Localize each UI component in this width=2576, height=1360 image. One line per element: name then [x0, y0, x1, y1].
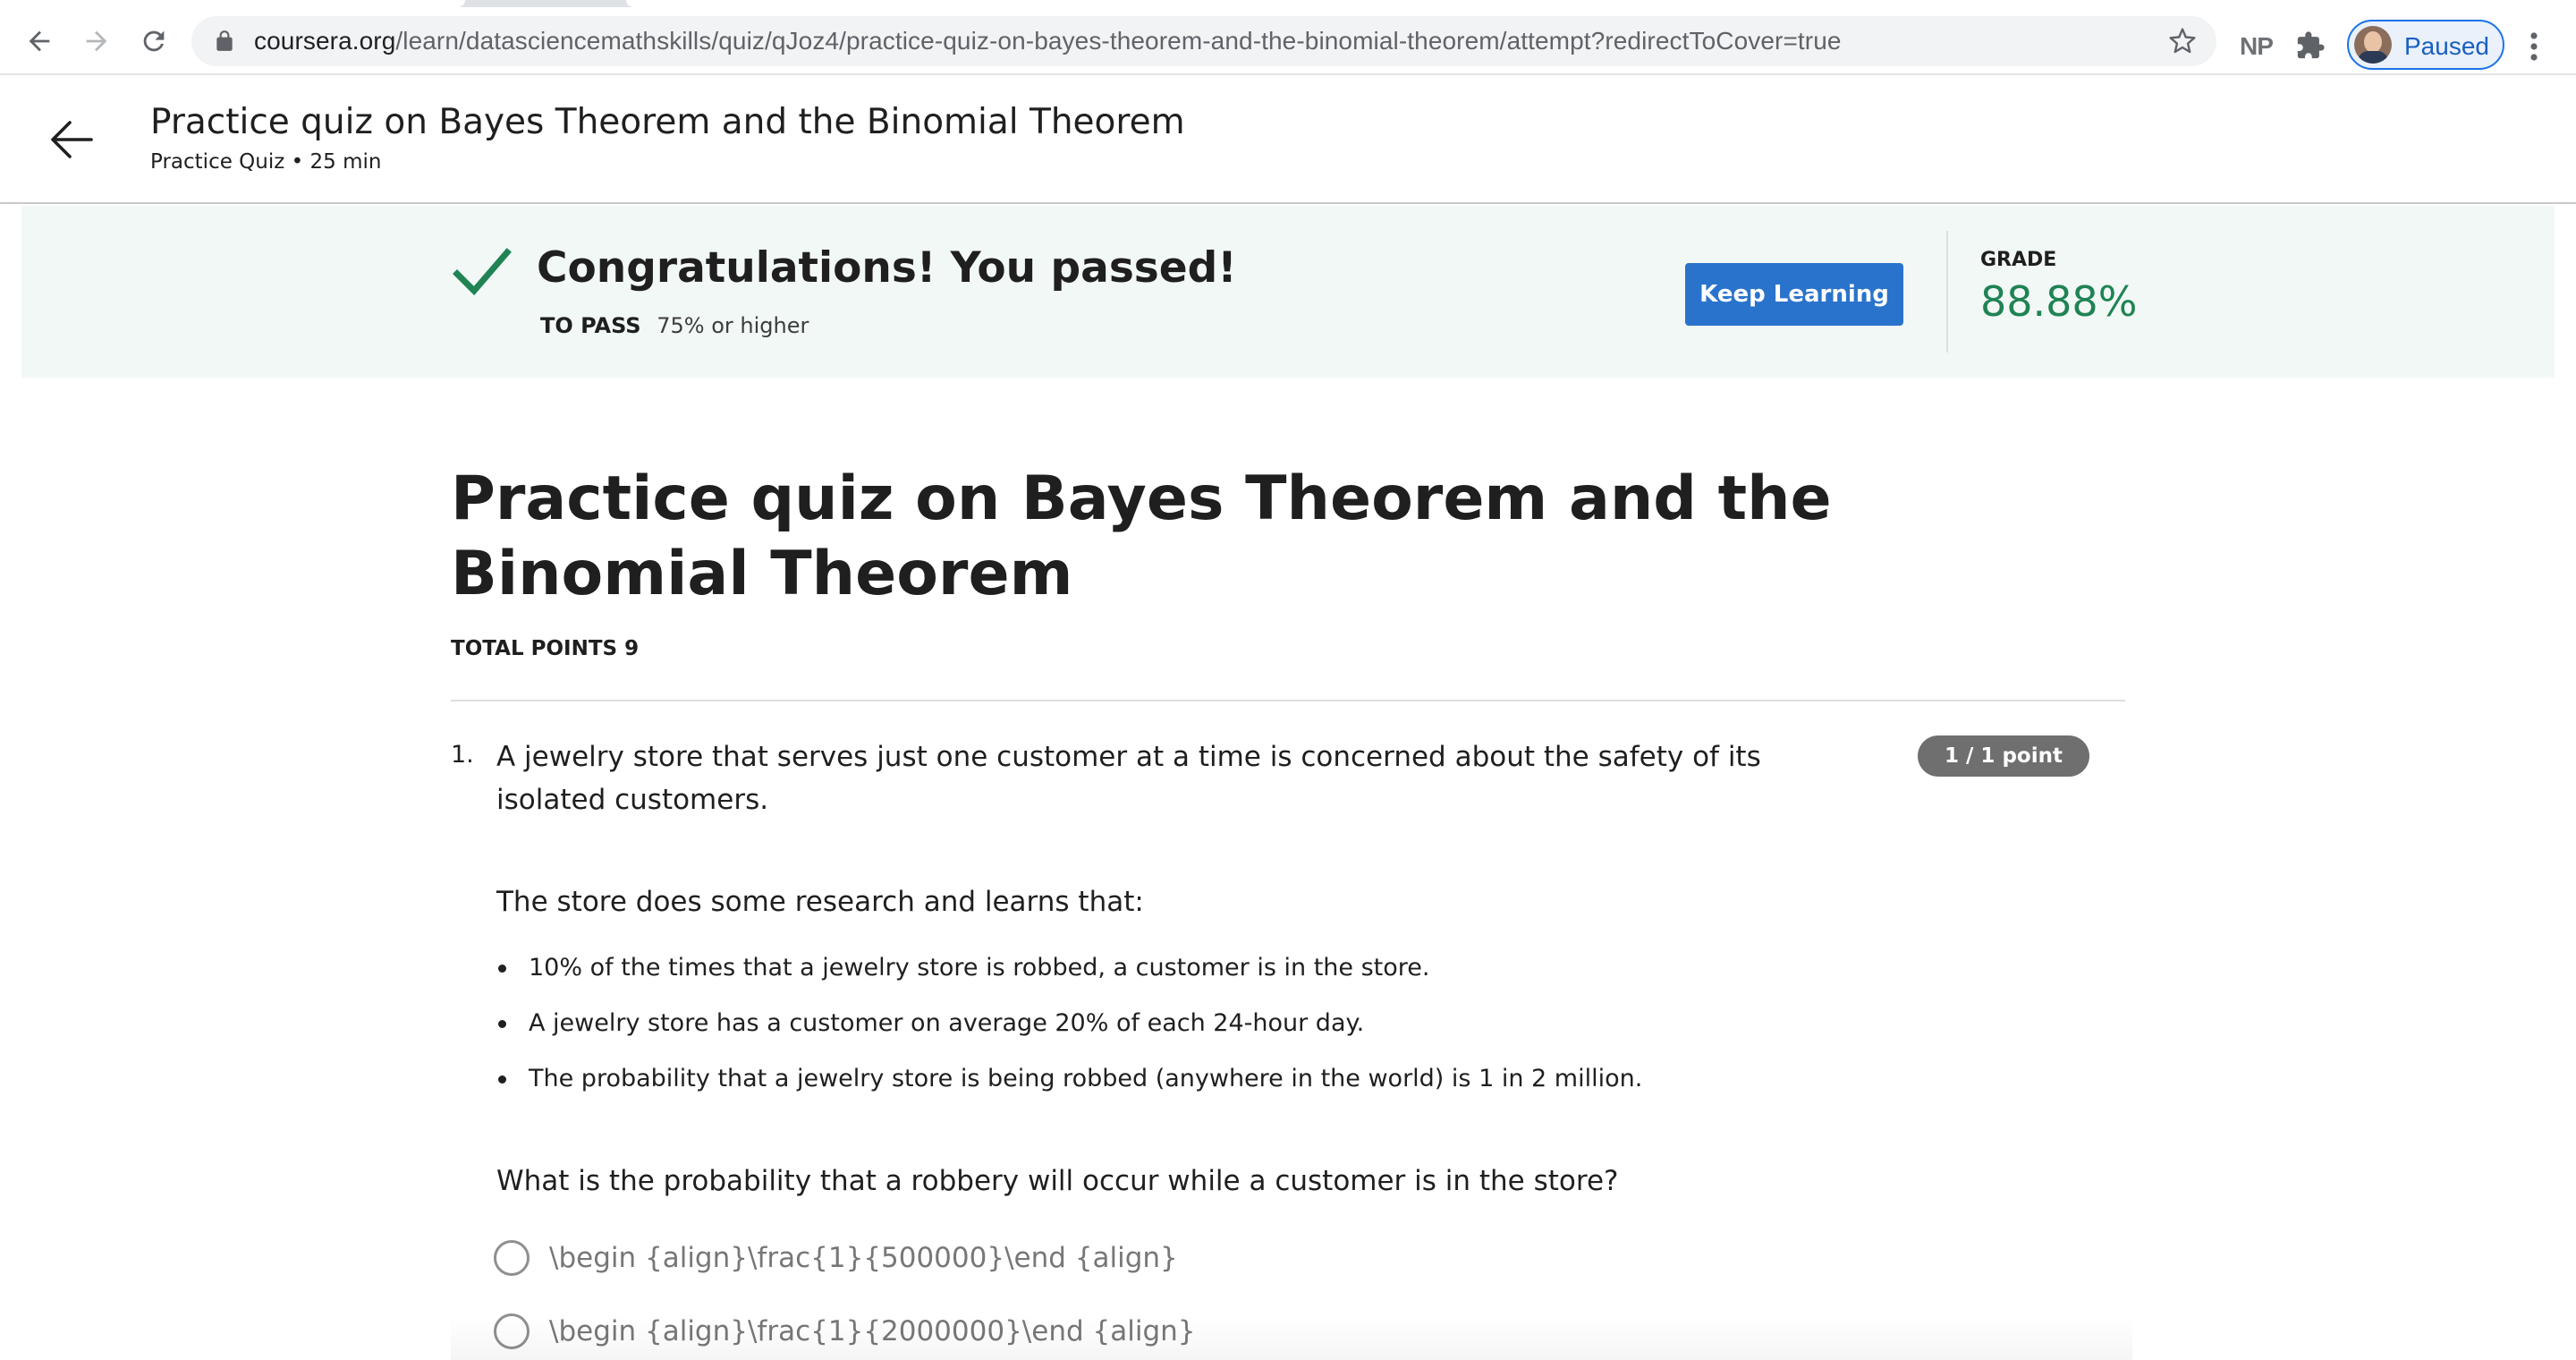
back-arrow-icon[interactable]	[47, 115, 97, 165]
divider	[1946, 231, 1948, 353]
answer-option[interactable]: \begin {align}\frac{1}{2000000}\end {ali…	[494, 1310, 1196, 1353]
quiz-title: Practice quiz on Bayes Theorem and the B…	[451, 463, 1832, 609]
reload-icon[interactable]	[134, 21, 174, 61]
list-item: A jewelry store has a customer on averag…	[496, 1007, 1642, 1063]
lock-icon[interactable]	[213, 30, 236, 53]
answer-option[interactable]: \begin {align}\frac{1}{500000}\end {alig…	[494, 1237, 1178, 1279]
puzzle-icon[interactable]	[2295, 30, 2326, 61]
to-pass-label: TO PASS	[540, 313, 641, 338]
fact-text: A jewelry store has a customer on averag…	[529, 1009, 1365, 1037]
bullet-icon	[498, 1075, 506, 1084]
answer-option-label: \begin {align}\frac{1}{2000000}\end {ali…	[549, 1315, 1196, 1347]
facts-list: 10% of the times that a jewelry store is…	[496, 952, 1642, 1118]
star-icon[interactable]	[2168, 27, 2197, 55]
browser-tab[interactable]	[0, 0, 465, 7]
pass-threshold: TO PASS 75% or higher	[540, 313, 809, 338]
fact-text: The probability that a jewelry store is …	[529, 1065, 1643, 1092]
bullet-icon	[498, 1020, 506, 1028]
item-title: Practice quiz on Bayes Theorem and the B…	[150, 102, 1185, 142]
grade-label: GRADE	[1980, 249, 2057, 271]
item-subtitle: Practice Quiz • 25 min	[150, 150, 382, 174]
back-arrow-icon[interactable]	[20, 21, 59, 61]
item-header: Practice quiz on Bayes Theorem and the B…	[0, 77, 2576, 204]
browser-tab-active[interactable]	[626, 0, 2576, 7]
total-points: TOTAL POINTS 9	[451, 637, 640, 660]
keep-learning-button[interactable]: Keep Learning	[1685, 263, 1903, 326]
tab-strip	[0, 0, 2576, 7]
browser-toolbar: coursera.org/learn/datasciencemathskills…	[0, 7, 2576, 75]
radio-button[interactable]	[494, 1240, 530, 1276]
pass-message: Congratulations! You passed!	[537, 243, 1237, 293]
bullet-icon	[498, 965, 506, 973]
avatar	[2354, 26, 2392, 64]
checkmark-icon	[453, 248, 512, 296]
profile-status-label: Paused	[2404, 32, 2489, 60]
list-item: 10% of the times that a jewelry store is…	[496, 952, 1642, 1007]
to-pass-value: 75% or higher	[657, 313, 809, 338]
research-intro: The store does some research and learns …	[496, 886, 1144, 918]
pass-banner: Congratulations! You passed! TO PASS 75%…	[21, 206, 2555, 378]
list-item: The probability that a jewelry store is …	[496, 1063, 1642, 1118]
forward-arrow-icon[interactable]	[77, 21, 116, 61]
address-bar[interactable]: coursera.org/learn/datasciencemathskills…	[191, 16, 2216, 66]
question-number: 1.	[451, 741, 474, 769]
extension-np-label[interactable]: NP	[2240, 32, 2274, 61]
question-prompt: What is the probability that a robbery w…	[496, 1165, 1619, 1197]
kebab-menu-icon[interactable]	[2528, 30, 2540, 63]
profile-button[interactable]: Paused	[2347, 20, 2504, 70]
divider	[451, 700, 2125, 701]
fact-text: 10% of the times that a jewelry store is…	[529, 954, 1430, 982]
url-text[interactable]: coursera.org/learn/datasciencemathskills…	[254, 27, 1842, 55]
url-path: /learn/datasciencemathskills/quiz/qJoz4/…	[395, 27, 1842, 55]
radio-button[interactable]	[494, 1313, 530, 1349]
points-badge: 1 / 1 point	[1918, 735, 2089, 777]
url-host: coursera.org	[254, 27, 396, 55]
question-text: A jewelry store that serves just one cus…	[496, 741, 1761, 816]
answer-option-label: \begin {align}\frac{1}{500000}\end {alig…	[549, 1242, 1178, 1274]
grade-value: 88.88%	[1980, 277, 2138, 326]
